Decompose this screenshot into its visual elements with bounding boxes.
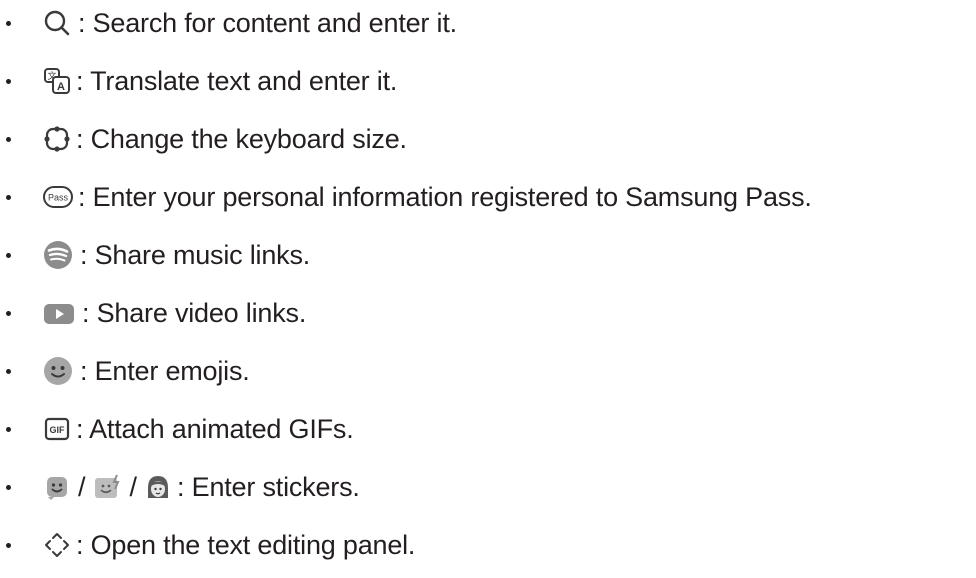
bullet (6, 543, 11, 548)
translate-icon: 文 A (42, 66, 72, 96)
bullet (6, 79, 11, 84)
bullet (6, 195, 11, 200)
text-editing-icon (42, 530, 72, 560)
bullet (6, 311, 11, 316)
ar-emoji-icon (143, 472, 173, 502)
svg-text:A: A (57, 81, 65, 93)
item-text: : Attach animated GIFs. (76, 413, 354, 444)
spotify-icon (42, 239, 74, 271)
item-text: : Translate text and enter it. (76, 65, 398, 96)
bullet (6, 427, 11, 432)
gif-icon: GIF (42, 414, 72, 444)
item-text: : Enter emojis. (80, 355, 250, 386)
svg-text:Pass: Pass (48, 193, 69, 203)
sticker-icon (42, 472, 72, 502)
item-text: : Enter your personal information regist… (78, 181, 812, 212)
bullet (6, 485, 11, 490)
samsung-pass-icon: Pass (42, 182, 74, 212)
item-text: : Share music links. (80, 239, 311, 270)
bullet (6, 369, 11, 374)
svg-text:GIF: GIF (50, 425, 66, 435)
separator: / (129, 471, 138, 502)
bullet (6, 253, 11, 258)
separator: / (78, 471, 86, 502)
bullet (6, 21, 11, 26)
item-text: : Open the text editing panel. (76, 529, 416, 560)
toolbar-icon-list: : Search for content and enter it. 文 A :… (0, 0, 976, 578)
item-text: : Enter stickers. (177, 471, 360, 502)
item-text: : Search for content and enter it. (78, 7, 457, 38)
keyboard-size-icon (42, 124, 72, 154)
item-text: : Share video links. (82, 297, 307, 328)
item-text: : Change the keyboard size. (76, 123, 407, 154)
bullet (6, 137, 11, 142)
emoji-icon (42, 355, 74, 387)
youtube-icon (42, 298, 76, 328)
search-icon (42, 8, 72, 38)
bitmoji-icon (92, 472, 124, 502)
